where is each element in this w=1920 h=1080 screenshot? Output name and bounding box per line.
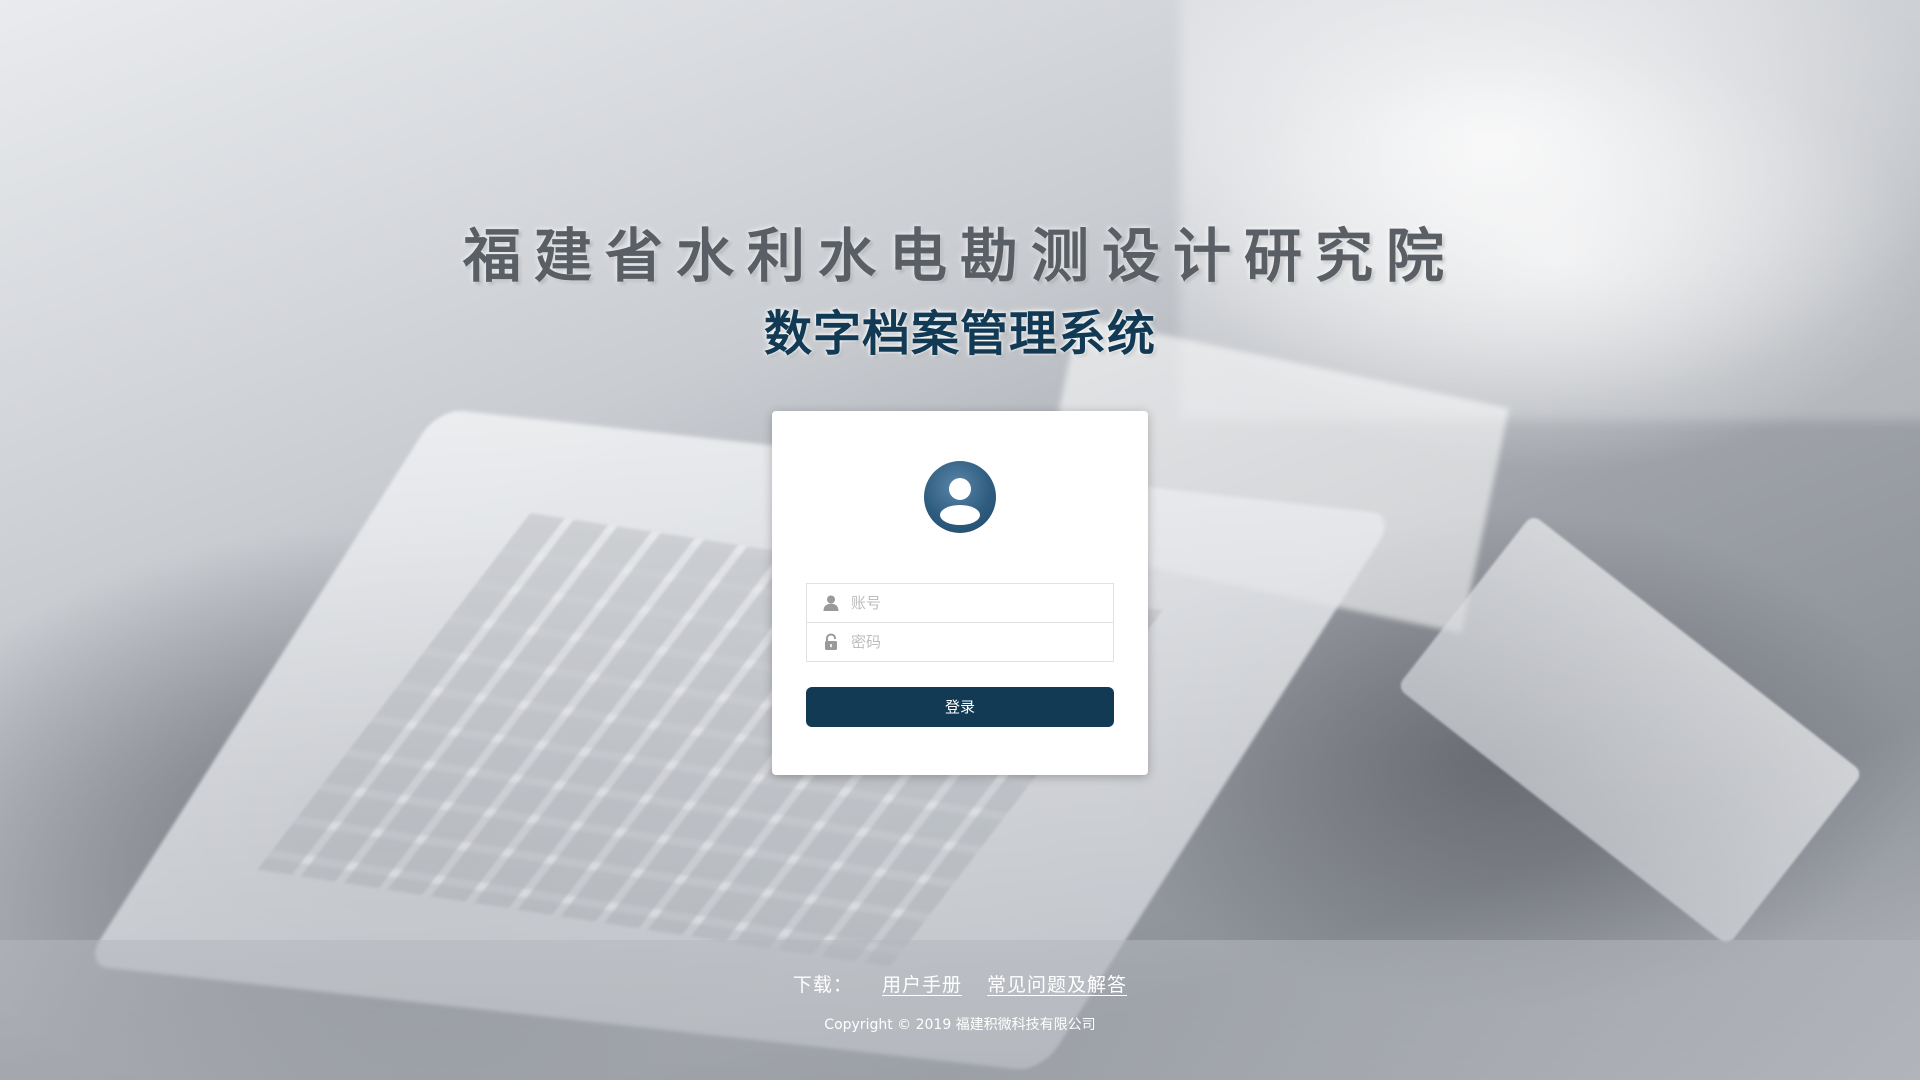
login-button[interactable]: 登录 [806,687,1114,727]
lock-icon [821,632,841,652]
footer-downloads: 下载： 用户手册 常见问题及解答 [0,970,1920,1000]
user-avatar-icon [924,461,996,533]
user-manual-link[interactable]: 用户手册 [882,974,962,996]
login-card: 登录 [772,411,1148,775]
system-title: 数字档案管理系统 [763,306,1156,362]
password-field[interactable] [806,622,1114,662]
footer-band [0,940,1920,1080]
faq-link[interactable]: 常见问题及解答 [987,974,1127,996]
username-input[interactable] [851,584,1113,622]
download-label: 下载： [792,974,853,996]
user-icon [821,593,841,613]
copyright-text: Copyright © 2019 福建积微科技有限公司 [824,1017,1096,1033]
password-input[interactable] [851,623,1113,661]
organization-title: 福建省水利水电勘测设计研究院 [462,222,1457,290]
title-block: 福建省水利水电勘测设计研究院 数字档案管理系统 [0,218,1920,366]
username-field[interactable] [806,583,1114,623]
login-page: 福建省水利水电勘测设计研究院 数字档案管理系统 账号 登录 下载： 用户手册 常… [0,0,1920,1080]
